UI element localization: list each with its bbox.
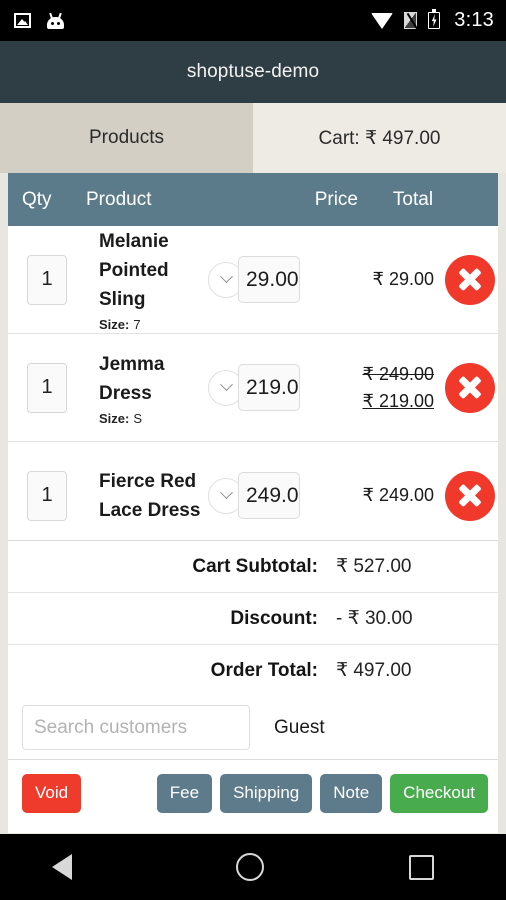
product-name: Melanie Pointed Sling (99, 231, 169, 310)
checkout-button[interactable]: Checkout (390, 773, 488, 813)
customer-row: Search customers Guest (8, 696, 498, 760)
product-variant: Size: S (99, 411, 206, 426)
cart-subtotal-label: Cart Subtotal: (192, 555, 318, 577)
cart-panel: Qty Product Price Total 1 Melanie Pointe… (8, 173, 498, 833)
price-input[interactable]: 249.0 (238, 472, 300, 519)
price-input[interactable]: 219.0 (238, 364, 300, 411)
remove-item-button[interactable] (445, 362, 495, 413)
column-header-total: Total (392, 188, 434, 210)
remove-item-button[interactable] (445, 254, 495, 305)
action-bar: Void Fee Shipping Note Checkout (8, 760, 498, 826)
android-nav-bar (0, 834, 506, 900)
status-bar-left-icons (14, 12, 64, 29)
price-cell: 29.00 (206, 256, 334, 303)
delete-cell (442, 470, 498, 521)
discount-value: - ₹ 30.00 (336, 608, 413, 629)
status-bar-clock: 3:13 (454, 9, 494, 31)
back-icon[interactable] (52, 854, 92, 880)
price-cell: 219.0 (206, 364, 334, 411)
status-bar: 3:13 (0, 0, 506, 41)
order-total-row: Order Total: ₹ 497.00 (8, 645, 498, 697)
app-bar: shoptuse-demo (0, 41, 506, 103)
price-input[interactable]: 29.00 (238, 256, 300, 303)
wifi-icon (371, 12, 394, 29)
original-price: ₹ 249.00 (362, 363, 434, 384)
quantity-stepper[interactable]: 1 (27, 254, 67, 305)
search-customers-input[interactable]: Search customers (22, 705, 250, 750)
phone-screen: 3:13 shoptuse-demo Products Cart: ₹ 497.… (0, 0, 506, 900)
discount-row: Discount: - ₹ 30.00 (8, 593, 498, 645)
qty-cell: 1 (8, 470, 86, 521)
price-cell: 249.0 (206, 472, 334, 519)
android-robot-icon (47, 12, 64, 29)
battery-charging-icon (428, 9, 441, 29)
status-bar-right-icons: 3:13 (371, 9, 494, 32)
customer-name: Guest (274, 716, 325, 738)
product-variant: Size: 7 (99, 317, 206, 332)
table-row[interactable]: 1 Fierce Red Lace Dress 249.0 ₹ 249.00 (8, 442, 498, 540)
tab-bar: Products Cart: ₹ 497.00 (0, 103, 506, 173)
order-total-label: Order Total: (210, 659, 318, 681)
line-total: ₹ 249.00 ₹ 219.00 (334, 361, 442, 415)
home-icon[interactable] (236, 853, 265, 881)
variant-value: 7 (133, 317, 141, 332)
tab-products[interactable]: Products (0, 103, 253, 173)
sim-missing-icon (404, 12, 418, 29)
action-bar-right: Fee Shipping Note Checkout (156, 773, 488, 813)
screenshot-icon (14, 13, 31, 28)
variant-value: S (133, 410, 143, 426)
delete-cell (442, 362, 498, 413)
remove-item-button[interactable] (445, 470, 495, 521)
variant-label: Size: (99, 410, 130, 426)
app-title: shoptuse-demo (186, 61, 320, 82)
column-header-price: Price (314, 188, 358, 210)
qty-cell: 1 (8, 254, 86, 305)
product-cell: Jemma Dress Size: S (86, 350, 206, 426)
cart-table-header: Qty Product Price Total (8, 173, 498, 226)
quantity-stepper[interactable]: 1 (27, 362, 67, 413)
variant-label: Size: (99, 317, 130, 332)
note-button[interactable]: Note (320, 773, 383, 813)
void-button[interactable]: Void (22, 773, 82, 813)
totals-panel: Cart Subtotal: ₹ 527.00 Discount: - ₹ 30… (8, 540, 498, 697)
order-total-value: ₹ 497.00 (336, 660, 412, 681)
table-row[interactable]: 1 Melanie Pointed Sling Size: 7 29.00 ₹ 2… (8, 226, 498, 334)
qty-cell: 1 (8, 362, 86, 413)
product-name: Jemma Dress (99, 353, 165, 404)
cart-subtotal-value: ₹ 527.00 (336, 556, 412, 577)
shipping-button[interactable]: Shipping (220, 773, 313, 813)
quantity-stepper[interactable]: 1 (27, 470, 67, 521)
delete-cell (442, 254, 498, 305)
product-name: Fierce Red Lace Dress (99, 470, 201, 521)
discount-label: Discount: (230, 607, 318, 629)
table-row[interactable]: 1 Jemma Dress Size: S 219.0 ₹ 249.00 ₹ 21… (8, 334, 498, 442)
column-header-product: Product (86, 188, 152, 210)
line-total: ₹ 29.00 (372, 269, 435, 289)
line-total: ₹ 249.00 (362, 485, 434, 505)
column-header-qty: Qty (22, 188, 52, 210)
tab-cart[interactable]: Cart: ₹ 497.00 (253, 103, 506, 173)
product-cell: Melanie Pointed Sling Size: 7 (86, 227, 206, 332)
product-cell: Fierce Red Lace Dress (86, 467, 206, 525)
cart-items-scroll[interactable]: Qty Product Price Total 1 Melanie Pointe… (8, 173, 498, 540)
cart-subtotal-row: Cart Subtotal: ₹ 527.00 (8, 541, 498, 593)
recents-icon[interactable] (408, 854, 434, 880)
discounted-price: ₹ 219.00 (362, 390, 434, 411)
fee-button[interactable]: Fee (156, 773, 213, 813)
